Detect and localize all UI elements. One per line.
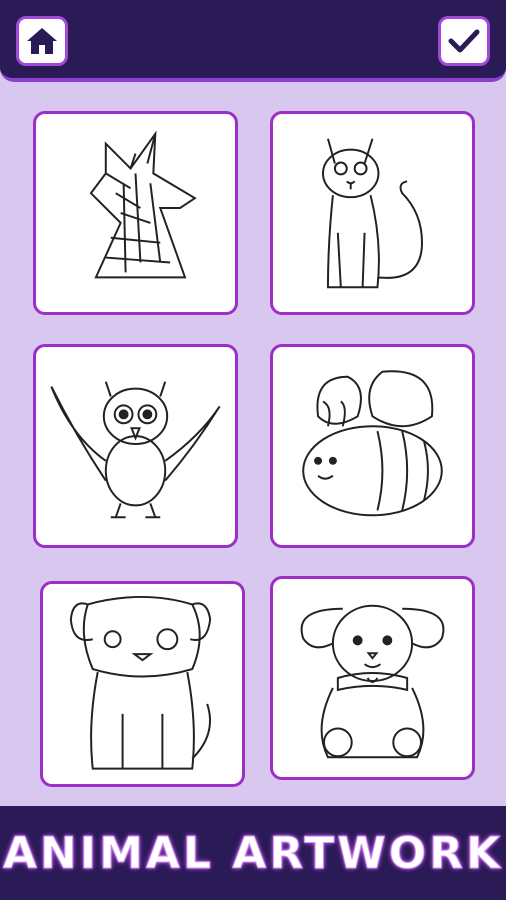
artwork-card-fox[interactable] bbox=[33, 111, 238, 315]
top-bar bbox=[0, 0, 506, 82]
check-icon bbox=[448, 29, 480, 53]
footer-title: ANIMAL ARTWORK bbox=[2, 827, 504, 879]
dog-drawing bbox=[69, 596, 212, 770]
fox-drawing bbox=[89, 130, 197, 279]
artwork-card-owl[interactable] bbox=[33, 344, 238, 548]
artwork-card-bunny[interactable] bbox=[270, 576, 475, 780]
owl-drawing bbox=[50, 381, 221, 519]
footer-bar: ANIMAL ARTWORK bbox=[0, 806, 506, 900]
artwork-card-dog[interactable] bbox=[40, 581, 245, 787]
artwork-card-cat[interactable] bbox=[270, 111, 475, 315]
cat-drawing bbox=[322, 138, 423, 289]
confirm-button[interactable] bbox=[438, 16, 490, 66]
home-button[interactable] bbox=[16, 16, 68, 66]
home-icon bbox=[27, 28, 57, 54]
artwork-card-bee[interactable] bbox=[270, 344, 475, 548]
bee-drawing bbox=[302, 370, 443, 517]
bunny-drawing bbox=[300, 604, 445, 759]
